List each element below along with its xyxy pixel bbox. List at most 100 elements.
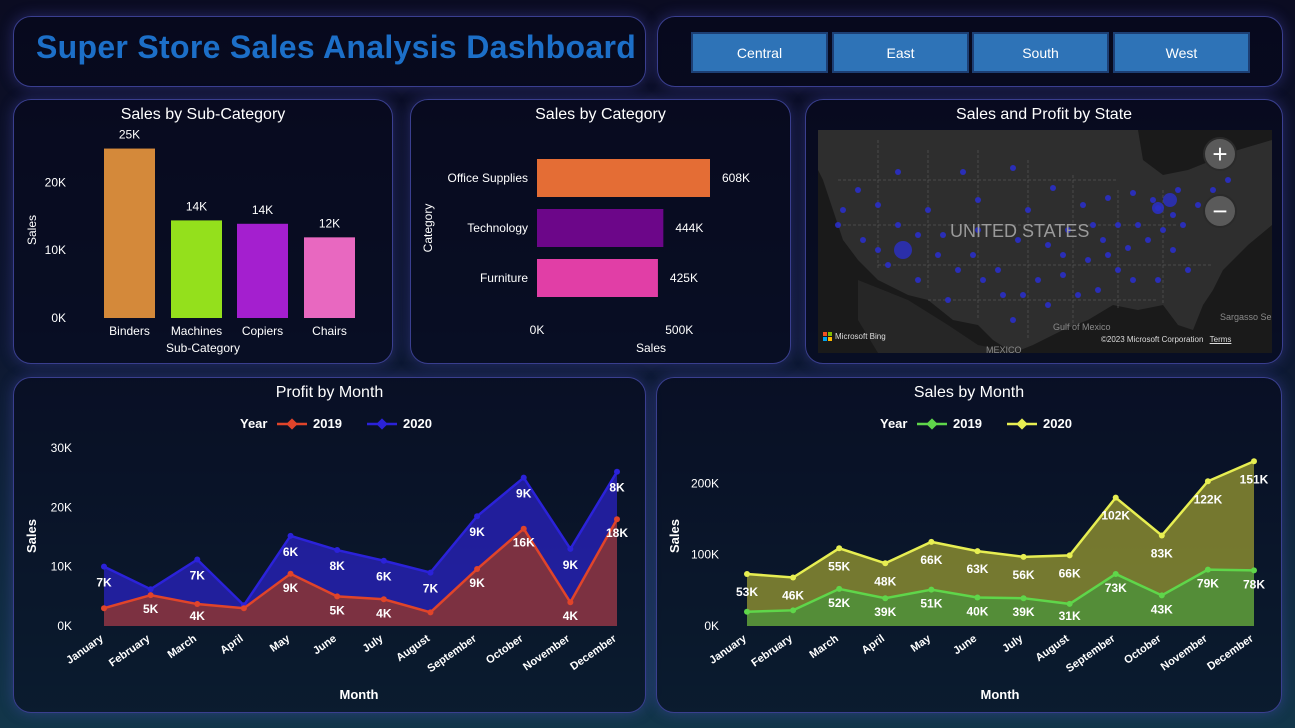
state-bubble-large xyxy=(1163,193,1177,207)
y-axis-title: Category xyxy=(421,204,435,253)
data-label-2019: 5K xyxy=(143,602,159,616)
map-mexico-label: MEXICO xyxy=(986,345,1022,353)
map-canvas[interactable]: UNITED STATES Gulf of Mexico Sargasso Se… xyxy=(818,130,1272,353)
zoom-out-button[interactable]: − xyxy=(1203,194,1237,228)
point-2019 xyxy=(1112,570,1119,577)
x-tick-label: May xyxy=(909,632,934,655)
x-axis-title: Sub-Category xyxy=(166,341,240,355)
data-label-2019: 9K xyxy=(469,576,485,590)
bar-value-label: 25K xyxy=(119,128,140,142)
bar-value-label: 444K xyxy=(675,221,703,235)
data-label-2020: 7K xyxy=(423,582,439,596)
state-bubble xyxy=(1225,177,1231,183)
point-2020 xyxy=(882,560,889,567)
state-bubble xyxy=(1020,292,1026,298)
point-2019 xyxy=(836,585,843,592)
state-bubble xyxy=(1105,195,1111,201)
bar-copiers xyxy=(237,223,288,318)
state-bubble xyxy=(995,267,1001,273)
x-tick-label: April xyxy=(218,633,245,657)
data-label-2019: 73K xyxy=(1105,581,1127,595)
x-tick-label: August xyxy=(394,632,432,664)
plus-icon: + xyxy=(1212,139,1228,169)
point-2019 xyxy=(790,607,797,614)
state-bubble xyxy=(1090,222,1096,228)
region-button-south[interactable]: South xyxy=(972,32,1109,73)
state-bubble xyxy=(945,297,951,303)
state-bubble xyxy=(915,232,921,238)
y-axis-title: Sales xyxy=(25,215,39,245)
point-2020 xyxy=(1112,494,1119,501)
zoom-in-button[interactable]: + xyxy=(1203,137,1237,171)
y-axis-title: Sales xyxy=(24,519,39,553)
state-bubble-large xyxy=(1152,202,1164,214)
data-label-2019: 9K xyxy=(283,581,299,595)
state-bubble xyxy=(1000,292,1006,298)
point-2020 xyxy=(474,513,481,520)
region-button-central[interactable]: Central xyxy=(691,32,828,73)
data-label-2020: 9K xyxy=(516,487,532,501)
data-label-2019: 16K xyxy=(513,536,535,550)
y-tick-label: Office Supplies xyxy=(448,171,529,185)
state-bubble xyxy=(885,262,891,268)
terms-link[interactable]: Terms xyxy=(1210,335,1232,344)
y-axis-title: Sales xyxy=(667,519,682,553)
data-label-2019: 4K xyxy=(563,609,579,623)
legend-marker-2019 xyxy=(286,418,298,430)
data-label-2019: 31K xyxy=(1059,609,1081,623)
point-2019 xyxy=(974,594,981,601)
data-label-2020: 46K xyxy=(782,589,804,603)
data-label-2019: 18K xyxy=(606,526,628,540)
state-bubble xyxy=(1075,292,1081,298)
microsoft-logo-icon xyxy=(823,332,832,341)
x-tick-label: November xyxy=(1159,632,1211,673)
bing-label: Microsoft Bing xyxy=(835,332,886,341)
state-bubble xyxy=(1145,237,1151,243)
y-tick-label: 0K xyxy=(57,619,72,633)
point-2019 xyxy=(287,570,294,577)
point-2019 xyxy=(240,605,247,612)
point-2020 xyxy=(1020,553,1027,560)
bar-machines xyxy=(171,220,222,318)
legend-label-2019: 2019 xyxy=(953,416,982,431)
title-panel: Super Store Sales Analysis Dashboard xyxy=(13,16,646,87)
y-tick-label: 30K xyxy=(51,441,72,455)
state-bubble xyxy=(1115,267,1121,273)
point-2019 xyxy=(744,608,750,615)
state-bubble xyxy=(1175,187,1181,193)
data-label-2020: 8K xyxy=(330,559,346,573)
point-2020 xyxy=(287,532,294,539)
state-bubble xyxy=(970,252,976,258)
state-bubble xyxy=(875,247,881,253)
x-axis-title: Month xyxy=(981,687,1020,702)
point-2020 xyxy=(836,545,843,552)
x-tick-label: Chairs xyxy=(312,324,347,338)
legend-label-2020: 2020 xyxy=(403,416,432,431)
data-label-2020: 8K xyxy=(609,481,625,495)
point-2019 xyxy=(1066,600,1073,607)
state-bubble xyxy=(975,197,981,203)
data-label-2020: 102K xyxy=(1101,509,1130,523)
state-bubble xyxy=(1180,222,1186,228)
map-title: Sales and Profit by State xyxy=(955,106,1133,123)
x-tick-label: 500K xyxy=(665,323,693,337)
state-bubble xyxy=(1210,187,1216,193)
x-tick-label: Copiers xyxy=(242,324,283,338)
map-country-label: UNITED STATES xyxy=(950,221,1089,241)
data-label-2020: 151K xyxy=(1240,472,1269,486)
bar-chairs xyxy=(304,237,355,318)
x-tick-label: 0K xyxy=(530,323,545,337)
data-label-2020: 48K xyxy=(874,574,896,588)
data-label-2020: 6K xyxy=(283,545,299,559)
x-tick-label: March xyxy=(166,632,200,661)
x-tick-label: December xyxy=(1205,632,1256,673)
data-label-2020: 55K xyxy=(828,559,850,573)
region-button-east[interactable]: East xyxy=(832,32,969,73)
point-2020 xyxy=(744,570,750,577)
point-2020 xyxy=(928,538,935,545)
data-label-2020: 6K xyxy=(376,570,392,584)
region-button-west[interactable]: West xyxy=(1113,32,1250,73)
point-2019 xyxy=(380,596,387,603)
copyright-text: ©2023 Microsoft Corporation xyxy=(1101,335,1204,344)
state-bubble xyxy=(1085,257,1091,263)
